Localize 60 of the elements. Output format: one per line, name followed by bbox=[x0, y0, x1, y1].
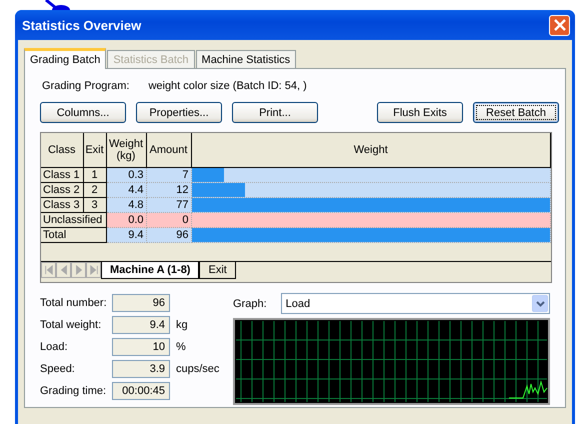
tab[interactable]: Machine Statistics bbox=[196, 50, 296, 68]
stat-field: 96 bbox=[112, 294, 170, 312]
window-title: Statistics Overview bbox=[22, 18, 142, 32]
stat-field: 9.4 bbox=[112, 316, 170, 334]
sheet-tab[interactable]: Exit bbox=[199, 262, 236, 279]
graph-dropdown[interactable]: Load bbox=[280, 293, 550, 314]
unit-label: % bbox=[176, 341, 186, 353]
column-header[interactable]: Class bbox=[41, 133, 83, 168]
weight-cell: 9.4 bbox=[106, 228, 146, 242]
amount-cell: 0 bbox=[146, 212, 191, 228]
amount-cell: 12 bbox=[146, 182, 191, 198]
graph-label: Graph: bbox=[233, 298, 267, 310]
column-header[interactable]: Exit bbox=[83, 133, 106, 168]
next-icon bbox=[74, 264, 84, 276]
weight-cell: 4.8 bbox=[106, 198, 146, 212]
weight-cell: 0.0 bbox=[106, 212, 146, 228]
sheet-nav-button[interactable] bbox=[56, 262, 71, 278]
stat-field: 10 bbox=[112, 338, 170, 356]
stat-label: Total number: bbox=[40, 297, 108, 309]
column-header[interactable]: Weight bbox=[191, 133, 550, 168]
row-header: Total bbox=[41, 228, 106, 242]
action-button[interactable]: Reset Batch bbox=[473, 102, 559, 123]
grading-program-value: weight color size (Batch ID: 54, ) bbox=[148, 80, 307, 94]
row-header: Unclassified bbox=[41, 212, 106, 228]
tab[interactable]: Grading Batch bbox=[24, 48, 106, 69]
amount-cell: 7 bbox=[146, 168, 191, 182]
row-header: Class 1 bbox=[41, 168, 83, 182]
dropdown-button[interactable] bbox=[532, 295, 548, 312]
row-header: Class 3 bbox=[41, 198, 83, 212]
sheet-tab[interactable]: Machine A (1-8) bbox=[101, 262, 200, 279]
first-icon bbox=[44, 264, 54, 276]
unit-label: cups/sec bbox=[176, 363, 220, 375]
stat-label: Speed: bbox=[40, 363, 76, 375]
sheet-nav-button[interactable] bbox=[41, 262, 56, 278]
dropdown-value: Load bbox=[286, 298, 310, 310]
amount-cell: 96 bbox=[146, 228, 191, 242]
weight-cell: 0.3 bbox=[106, 168, 146, 182]
stat-label: Total weight: bbox=[40, 319, 102, 331]
previous-icon bbox=[58, 264, 68, 276]
sheet-nav-button[interactable] bbox=[71, 262, 86, 278]
row-header: Class 2 bbox=[41, 182, 83, 198]
weight-cell: 4.4 bbox=[106, 182, 146, 198]
grading-program-label: Grading Program: bbox=[42, 80, 130, 94]
action-button[interactable]: Flush Exits bbox=[377, 102, 463, 123]
unit-label: kg bbox=[176, 319, 188, 331]
sheet-nav-button[interactable] bbox=[86, 262, 101, 278]
stat-label: Load: bbox=[40, 341, 69, 353]
amount-cell: 77 bbox=[146, 198, 191, 212]
stat-field: 00:00:45 bbox=[112, 382, 170, 400]
action-button[interactable]: Print... bbox=[232, 102, 318, 123]
action-button[interactable]: Columns... bbox=[40, 102, 126, 123]
last-icon bbox=[88, 264, 98, 276]
action-button[interactable]: Properties... bbox=[136, 102, 222, 123]
column-header[interactable]: Amount bbox=[146, 133, 191, 168]
close-icon bbox=[554, 19, 566, 31]
column-header[interactable]: Weight (kg) bbox=[106, 133, 146, 168]
close-button[interactable] bbox=[549, 14, 570, 36]
stat-label: Grading time: bbox=[40, 385, 108, 397]
stat-field: 3.9 bbox=[112, 360, 170, 378]
chevron-down-icon bbox=[536, 300, 544, 306]
